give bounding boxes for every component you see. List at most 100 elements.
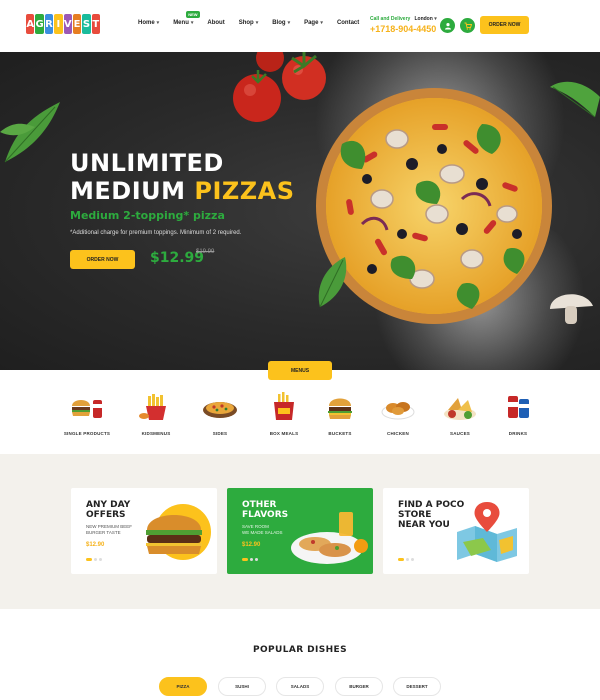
cart-icon[interactable] — [460, 18, 475, 33]
burger-icon — [328, 398, 352, 419]
hero-title-part: MEDIUM — [70, 177, 195, 205]
category-label: SIDES — [212, 431, 228, 436]
nav-item-contact[interactable]: Contact — [337, 20, 359, 26]
category-chicken[interactable]: CHICKEN — [370, 392, 426, 436]
fries-icon — [139, 394, 166, 420]
mushroom-decoration — [550, 294, 593, 324]
carousel-dot[interactable] — [86, 558, 92, 561]
city-select[interactable]: London ▾ — [412, 16, 437, 22]
salad-wrap-image — [291, 512, 368, 564]
category-label: SAUCES — [450, 431, 470, 436]
main-nav: Home ▾ Menu ▾ NEW About Shop ▾ Blog ▾ Page ▾ C… — [138, 11, 359, 26]
category-label: DRINKS — [508, 431, 528, 436]
map-pin-icon — [457, 502, 517, 562]
logo-letter: A — [26, 14, 35, 34]
nav-item-page[interactable]: Page ▾ — [304, 20, 323, 26]
menus-tab[interactable]: MENUS — [268, 361, 332, 380]
category-sides[interactable]: SIDES — [192, 392, 248, 436]
offer-title-line: ANY DAY — [86, 500, 131, 510]
tab-burger[interactable]: BURGER — [335, 677, 383, 696]
nav-label: Blog — [272, 20, 286, 26]
drink-can-icon — [508, 396, 529, 418]
carousel-dot[interactable] — [242, 558, 248, 561]
chevron-down-icon: ▾ — [287, 20, 291, 26]
offer-price: $12.90 — [242, 542, 261, 548]
tab-pizza[interactable]: PIZZA — [159, 677, 207, 696]
nav-label: Page — [304, 20, 319, 26]
category-single-products[interactable]: SINGLE PRODUCTS — [59, 392, 115, 436]
chevron-down-icon: ▾ — [156, 20, 160, 26]
category-label: SINGLE PRODUCTS — [63, 431, 111, 436]
nav-label: Shop — [238, 20, 254, 26]
category-buckets[interactable]: BUCKETS — [312, 392, 368, 436]
call-line: Call and Delivery London ▾ — [370, 16, 437, 22]
offer-desc-line: BURGER TASTE — [86, 530, 121, 535]
offer-title-line: OFFERS — [86, 510, 126, 520]
chevron-down-icon: ▾ — [434, 16, 437, 22]
carousel-dot[interactable] — [411, 558, 414, 561]
category-drinks[interactable]: DRINKS — [490, 392, 546, 436]
offer-card-other-flavors[interactable]: OTHER FLAVORS SAVE ROOM WE MADE SALADS $12… — [227, 488, 373, 574]
hero-title-line1: UNLIMITED — [70, 149, 224, 177]
category-label: BOX MEALS — [269, 431, 299, 436]
hero-title-accent: PIZZAS — [194, 177, 295, 205]
offer-title: OTHER FLAVORS — [242, 500, 288, 520]
offer-title-line: FLAVORS — [242, 510, 289, 520]
hero-old-price: $19.99 — [196, 249, 215, 255]
chicken-icon — [381, 402, 415, 420]
category-sauces[interactable]: SAUCES — [432, 392, 488, 436]
hero-subtitle: Medium 2-topping* pizza — [70, 209, 225, 222]
hero-order-button[interactable]: ORDER NOW — [70, 250, 135, 269]
nav-item-about[interactable]: About — [207, 20, 224, 26]
nav-item-home[interactable]: Home ▾ — [138, 20, 159, 26]
carousel-dot[interactable] — [255, 558, 258, 561]
call-label: Call and Delivery — [370, 16, 411, 22]
logo-letter: T — [91, 14, 100, 34]
tab-dessert[interactable]: DESSERT — [393, 677, 441, 696]
nav-item-blog[interactable]: Blog ▾ — [272, 20, 290, 26]
logo-letter: G — [35, 14, 44, 34]
offer-card-any-day[interactable]: ANY DAY OFFERS NEW PREMIUM BEEF BURGER TAS… — [71, 488, 217, 574]
chevron-down-icon: ▾ — [320, 20, 323, 26]
category-kidsmenus[interactable]: KIDSMENUS — [128, 392, 184, 436]
chevron-down-icon: ▾ — [255, 20, 259, 26]
nav-label: Home — [138, 20, 155, 26]
category-box-meals[interactable]: BOX MEALS — [256, 392, 312, 436]
herb-decoration — [318, 257, 347, 308]
carousel-dots — [86, 558, 102, 561]
site-logo[interactable]: A G R I V E S T — [26, 14, 100, 34]
tab-sushi[interactable]: SUSHI — [218, 677, 266, 696]
carousel-dot[interactable] — [398, 558, 404, 561]
carousel-dot[interactable] — [250, 558, 253, 561]
sauce-icon — [444, 398, 476, 420]
logo-letter: I — [54, 14, 63, 34]
logo-letter: S — [82, 14, 91, 34]
burger-drink-icon — [72, 400, 102, 418]
category-label: KIDSMENUS — [141, 431, 171, 436]
city-label: London — [414, 16, 433, 22]
offer-card-find-store[interactable]: FIND A POCO STORE NEAR YOU — [383, 488, 529, 574]
hero-title: UNLIMITED MEDIUM PIZZAS — [70, 149, 295, 205]
header-order-button[interactable]: ORDER NOW — [480, 16, 529, 34]
tab-salads[interactable]: SALADS — [276, 677, 324, 696]
user-icon[interactable] — [440, 18, 455, 33]
offer-title-line: OTHER — [242, 500, 277, 510]
offer-desc: SAVE ROOM WE MADE SALADS — [242, 524, 283, 536]
basil-leaf-decoration — [0, 102, 60, 163]
carousel-dot[interactable] — [99, 558, 102, 561]
nav-item-menu[interactable]: Menu ▾ NEW — [173, 11, 200, 26]
offer-desc: NEW PREMIUM BEEF BURGER TASTE — [86, 524, 132, 536]
nav-label: Contact — [336, 20, 360, 26]
hero-title-line2: MEDIUM PIZZAS — [70, 177, 295, 205]
hero-note: *Additional charge for premium toppings.… — [70, 230, 242, 236]
hero-banner: UNLIMITED MEDIUM PIZZAS Medium 2-topping… — [0, 52, 600, 370]
offer-desc-line: WE MADE SALADS — [242, 530, 283, 535]
nav-item-shop[interactable]: Shop ▾ — [239, 20, 259, 26]
chevron-down-icon: ▾ — [190, 20, 194, 26]
contact-info: Call and Delivery London ▾ +1718-904-445… — [370, 16, 437, 34]
carousel-dot[interactable] — [94, 558, 97, 561]
phone-number[interactable]: +1718-904-4450 — [370, 24, 437, 34]
offer-price: $12.90 — [86, 542, 105, 548]
carousel-dot[interactable] — [406, 558, 409, 561]
box-meal-icon — [274, 392, 294, 420]
